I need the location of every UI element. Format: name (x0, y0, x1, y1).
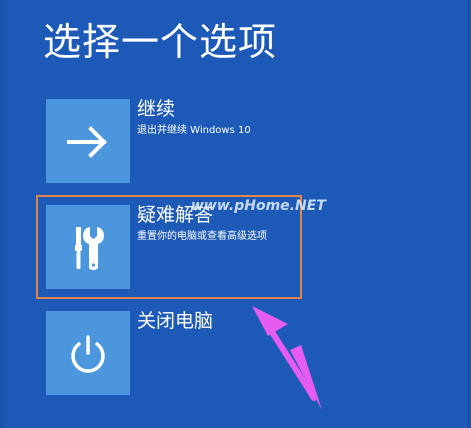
option-continue-description: 退出并继续 Windows 10 (137, 125, 251, 136)
option-shutdown[interactable]: 关闭电脑 (46, 310, 466, 399)
frame-left-edge (0, 0, 5, 428)
frame-right-edge (467, 0, 471, 428)
option-continue[interactable]: 继续 退出并继续 Windows 10 (46, 98, 466, 187)
arrow-right-icon (67, 126, 107, 158)
option-continue-title: 继续 (137, 98, 176, 120)
recovery-screen: 选择一个选项 继续 退出并继续 Windows 10 疑难解答 重置你的电脑或查… (0, 0, 471, 428)
option-shutdown-tile[interactable] (46, 311, 130, 395)
option-continue-tile[interactable] (46, 99, 130, 183)
page-title: 选择一个选项 (43, 20, 278, 64)
power-icon (71, 335, 105, 373)
watermark: www.pHome.NET (191, 198, 326, 214)
option-shutdown-title: 关闭电脑 (137, 310, 214, 332)
